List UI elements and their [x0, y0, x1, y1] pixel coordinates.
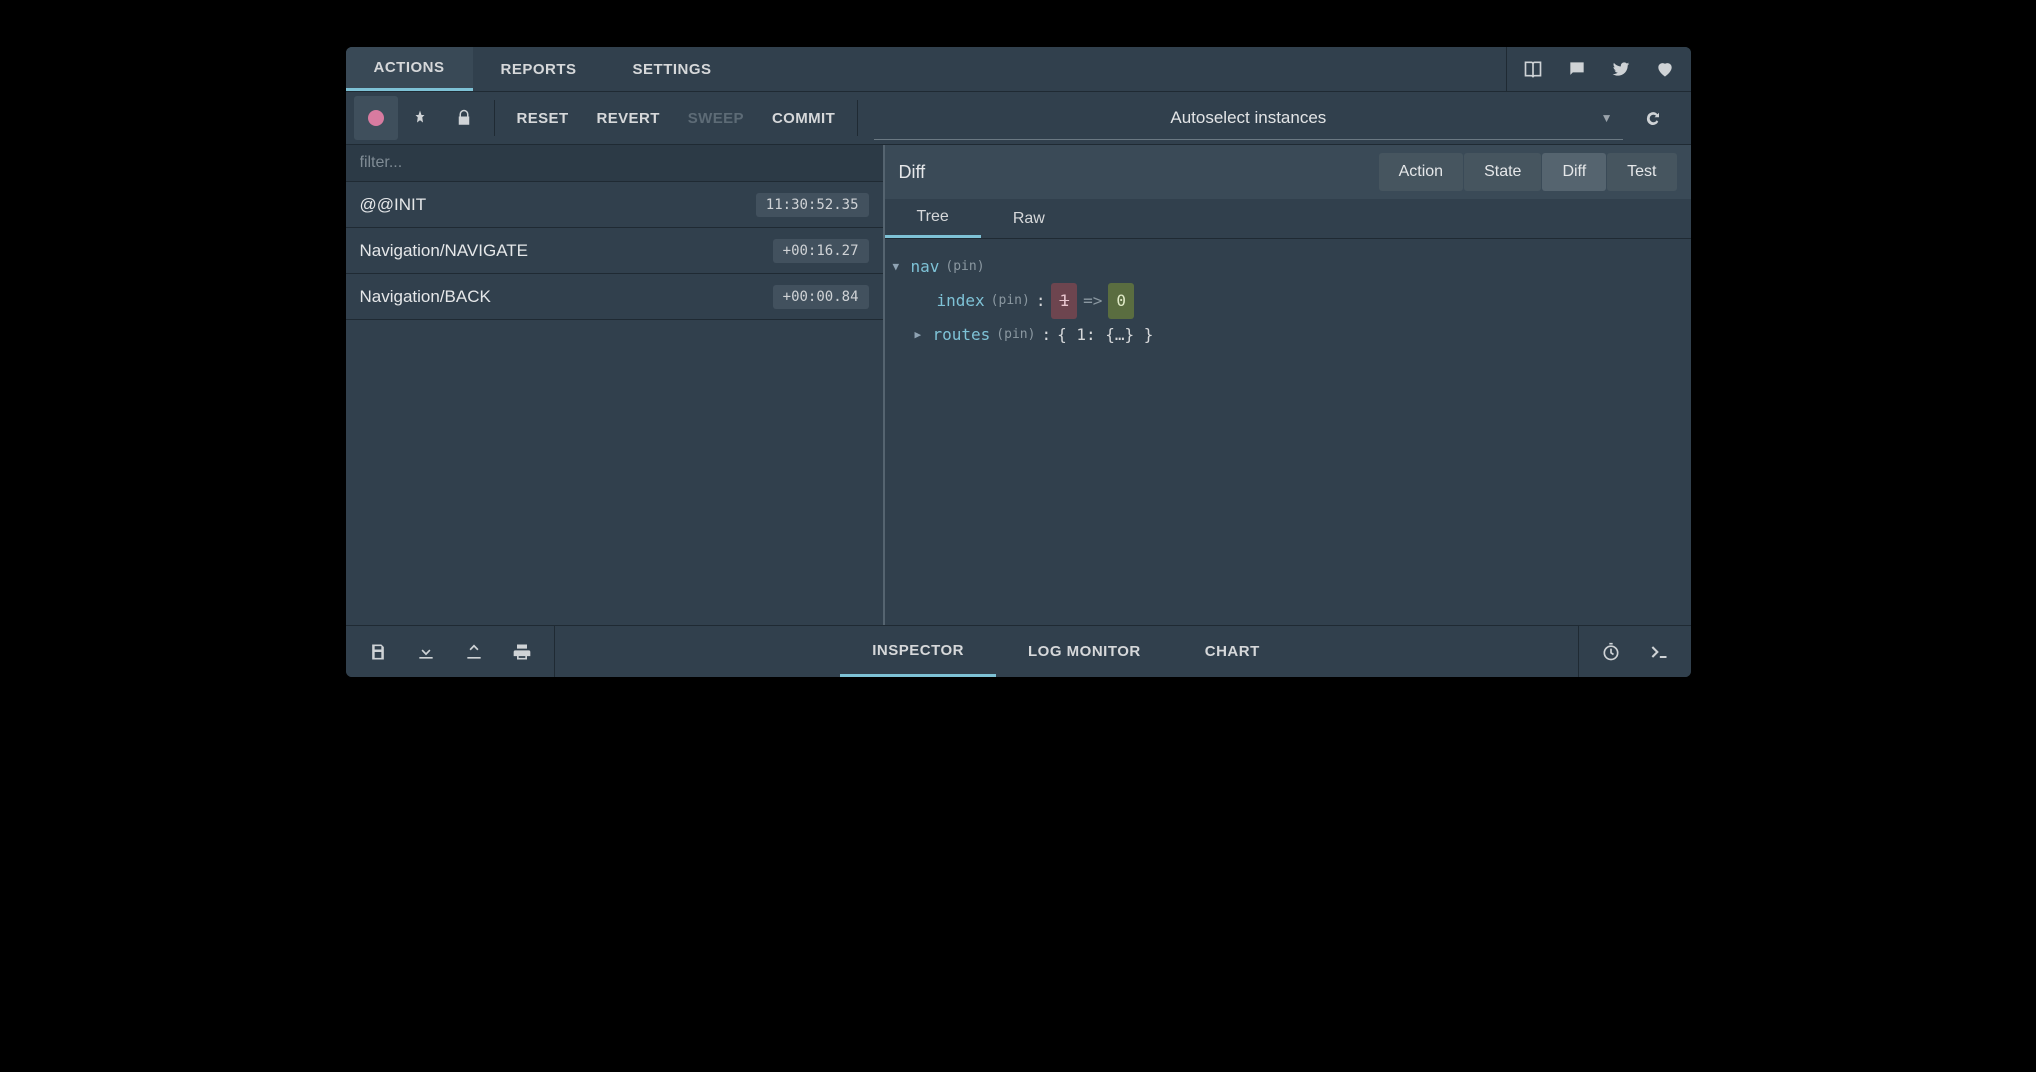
tab-reports[interactable]: REPORTS — [473, 47, 605, 91]
heart-icon[interactable] — [1643, 47, 1687, 92]
chevron-down-icon: ▼ — [1601, 111, 1613, 125]
record-button[interactable] — [354, 96, 398, 140]
tree-key: nav — [911, 251, 940, 283]
bottom-tabs: INSPECTOR LOG MONITOR CHART — [555, 626, 1578, 677]
tab-actions[interactable]: ACTIONS — [346, 47, 473, 91]
inspector-header: Diff Action State Diff Test — [885, 145, 1691, 199]
reset-button[interactable]: RESET — [503, 96, 583, 140]
caret-down-icon: ▼ — [893, 251, 905, 283]
tree-key: index — [937, 285, 985, 317]
toolbar-divider — [494, 100, 495, 136]
export-button[interactable] — [402, 626, 450, 678]
action-name: Navigation/BACK — [360, 287, 491, 307]
action-list: @@INIT 11:30:52.35 Navigation/NAVIGATE +… — [346, 182, 883, 625]
pin-icon — [411, 109, 429, 127]
bottom-tab-log-monitor[interactable]: LOG MONITOR — [996, 626, 1173, 677]
diff-new-value: 0 — [1108, 283, 1134, 319]
twitter-icon[interactable] — [1599, 47, 1643, 92]
inspector-title: Diff — [899, 162, 926, 183]
tree-node-nav[interactable]: ▼ nav (pin) — [893, 251, 1683, 283]
bottom-tab-chart[interactable]: CHART — [1173, 626, 1292, 677]
bottom-left-icons — [346, 626, 555, 677]
top-icons — [1506, 47, 1691, 91]
instance-selector-label: Autoselect instances — [1170, 108, 1326, 128]
top-tab-bar: ACTIONS REPORTS SETTINGS — [346, 47, 1691, 92]
sweep-button[interactable]: SWEEP — [674, 96, 758, 140]
segment-test[interactable]: Test — [1607, 153, 1676, 191]
action-row[interactable]: Navigation/NAVIGATE +00:16.27 — [346, 228, 883, 274]
action-time: +00:16.27 — [773, 239, 869, 263]
tree-key: routes — [933, 319, 991, 351]
diff-old-value: 1 — [1051, 283, 1077, 319]
refresh-button[interactable] — [1631, 96, 1675, 140]
diff-tree: ▼ nav (pin) index (pin): 1 => 0 ▶ routes… — [885, 239, 1691, 625]
bottom-right-icons — [1578, 626, 1691, 677]
commit-button[interactable]: COMMIT — [758, 96, 849, 140]
filter-input[interactable] — [346, 145, 883, 182]
pin-label: (pin) — [996, 319, 1035, 351]
view-segments: Action State Diff Test — [1379, 153, 1677, 191]
save-icon — [368, 642, 388, 662]
toolbar-divider-2 — [857, 100, 858, 136]
segment-action[interactable]: Action — [1379, 153, 1463, 191]
save-button[interactable] — [354, 626, 402, 678]
inspector-pane: Diff Action State Diff Test Tree Raw ▼ n… — [885, 145, 1691, 625]
segment-state[interactable]: State — [1464, 153, 1541, 191]
revert-button[interactable]: REVERT — [583, 96, 674, 140]
print-button[interactable] — [498, 626, 546, 678]
diff-arrow: => — [1083, 285, 1102, 317]
segment-diff[interactable]: Diff — [1542, 153, 1606, 191]
bottom-bar: INSPECTOR LOG MONITOR CHART — [346, 625, 1691, 677]
pin-label: (pin) — [991, 285, 1030, 317]
caret-right-icon: ▶ — [915, 319, 927, 351]
console-button[interactable] — [1635, 626, 1683, 678]
top-tabs: ACTIONS REPORTS SETTINGS — [346, 47, 740, 91]
action-row[interactable]: @@INIT 11:30:52.35 — [346, 182, 883, 228]
instance-selector[interactable]: Autoselect instances ▼ — [874, 96, 1622, 140]
terminal-icon — [1649, 642, 1669, 662]
tree-summary: { 1: {…} } — [1057, 319, 1153, 351]
download-icon — [416, 642, 436, 662]
chat-icon[interactable] — [1555, 47, 1599, 92]
pin-button[interactable] — [398, 96, 442, 140]
tab-settings[interactable]: SETTINGS — [605, 47, 740, 91]
tree-node-routes[interactable]: ▶ routes (pin): { 1: {…} } — [893, 319, 1683, 351]
sub-tab-tree[interactable]: Tree — [885, 199, 981, 238]
stopwatch-icon — [1601, 642, 1621, 662]
action-time: 11:30:52.35 — [756, 193, 869, 217]
main-area: @@INIT 11:30:52.35 Navigation/NAVIGATE +… — [346, 145, 1691, 625]
action-name: @@INIT — [360, 195, 427, 215]
refresh-icon — [1644, 109, 1662, 127]
action-row[interactable]: Navigation/BACK +00:00.84 — [346, 274, 883, 320]
record-icon — [368, 110, 384, 126]
sub-tab-raw[interactable]: Raw — [981, 199, 1077, 238]
import-button[interactable] — [450, 626, 498, 678]
lock-button[interactable] — [442, 96, 486, 140]
upload-icon — [464, 642, 484, 662]
print-icon — [512, 642, 532, 662]
timer-button[interactable] — [1587, 626, 1635, 678]
actions-pane: @@INIT 11:30:52.35 Navigation/NAVIGATE +… — [346, 145, 885, 625]
toolbar: RESET REVERT SWEEP COMMIT Autoselect ins… — [346, 92, 1691, 145]
lock-icon — [455, 109, 473, 127]
book-icon[interactable] — [1511, 47, 1555, 92]
action-name: Navigation/NAVIGATE — [360, 241, 529, 261]
tree-node-index[interactable]: index (pin): 1 => 0 — [893, 283, 1683, 319]
sub-tabs: Tree Raw — [885, 199, 1691, 239]
bottom-tab-inspector[interactable]: INSPECTOR — [840, 626, 996, 677]
action-time: +00:00.84 — [773, 285, 869, 309]
devtools-window: ACTIONS REPORTS SETTINGS — [346, 47, 1691, 677]
pin-label: (pin) — [945, 251, 984, 283]
